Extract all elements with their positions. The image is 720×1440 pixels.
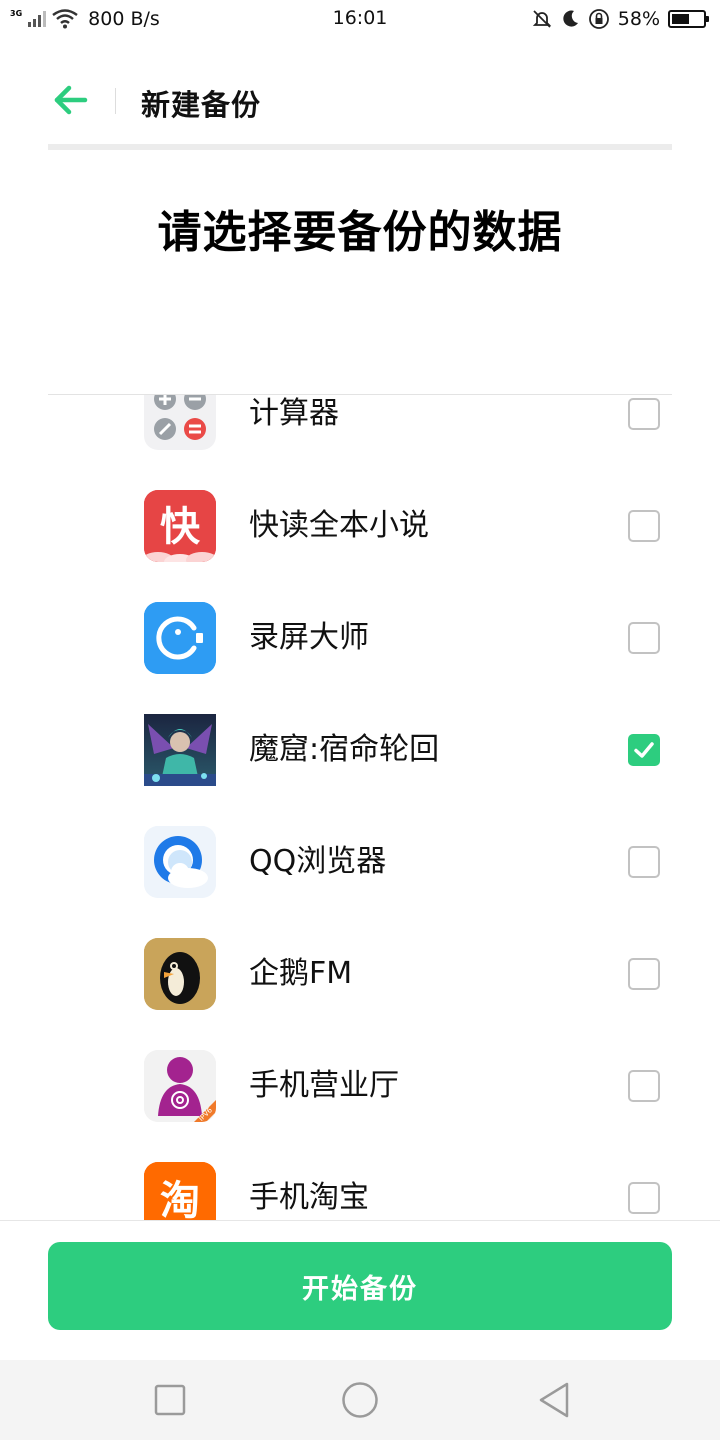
home-button[interactable] <box>340 1380 380 1420</box>
mobile-service-hall-icon: IPV6 <box>144 1050 216 1122</box>
header-divider <box>115 88 116 114</box>
app-checkbox[interactable] <box>628 1182 660 1214</box>
kuaidu-novel-icon: 快 <box>144 490 216 562</box>
app-checkbox[interactable] <box>628 398 660 430</box>
header-separator <box>48 144 672 150</box>
page-title: 新建备份 <box>141 88 262 122</box>
arrow-left-icon <box>54 85 88 115</box>
app-checkbox[interactable] <box>628 734 660 766</box>
app-checkbox[interactable] <box>628 1070 660 1102</box>
app-name: 企鹅FM <box>249 956 353 991</box>
app-checkbox[interactable] <box>628 510 660 542</box>
calculator-icon <box>144 395 216 450</box>
qq-browser-icon <box>144 826 216 898</box>
nav-back-button[interactable] <box>534 1380 574 1420</box>
app-row-qie-fm[interactable]: 企鹅FM <box>0 918 720 1030</box>
app-name: 魔窟:宿命轮回 <box>249 732 440 767</box>
app-row-mobile-service-hall[interactable]: IPV6 手机营业厅 <box>0 1030 720 1142</box>
app-name: 手机淘宝 <box>249 1180 369 1215</box>
battery-level <box>672 14 690 24</box>
bell-muted-icon <box>532 10 551 28</box>
taobao-icon-glyph: 淘 <box>160 1178 200 1220</box>
app-name: 录屏大师 <box>249 620 369 655</box>
moon-icon <box>563 10 578 27</box>
moku-game-icon <box>144 714 216 786</box>
app-name: 计算器 <box>249 396 339 431</box>
triangle-back-icon <box>539 1382 569 1418</box>
taobao-icon: 淘 <box>144 1162 216 1220</box>
section-heading: 请选择要备份的数据 <box>157 207 563 258</box>
app-name: 快读全本小说 <box>249 508 429 543</box>
rotation-lock-icon <box>588 9 609 29</box>
app-row-screen-recorder[interactable]: 录屏大师 <box>0 582 720 694</box>
app-list[interactable]: 计算器 快 快读全本小说 录屏大师 魔窟:宿命轮回 QQ浏览器 企鹅FM IPV… <box>0 395 720 1220</box>
screen-recorder-icon <box>144 602 216 674</box>
app-row-kuaidu-novel[interactable]: 快 快读全本小说 <box>0 470 720 582</box>
checkmark-icon <box>634 742 654 758</box>
square-recent-icon <box>154 1384 186 1416</box>
footer-divider <box>0 1220 720 1221</box>
app-name: 手机营业厅 <box>249 1068 399 1103</box>
start-backup-button[interactable]: 开始备份 <box>48 1242 672 1330</box>
status-bar: 3G 800 B/s 16:01 58% <box>0 0 720 38</box>
app-row-qq-browser[interactable]: QQ浏览器 <box>0 806 720 918</box>
back-button[interactable] <box>48 78 92 122</box>
qie-fm-icon <box>144 938 216 1010</box>
app-row-moku-game[interactable]: 魔窟:宿命轮回 <box>0 694 720 806</box>
battery-percent: 58% <box>617 8 660 30</box>
app-row-calculator[interactable]: 计算器 <box>0 395 720 470</box>
app-name: QQ浏览器 <box>249 844 387 879</box>
status-right: 58% <box>532 6 709 32</box>
app-header: 新建备份 <box>0 60 720 140</box>
app-row-taobao[interactable]: 淘 手机淘宝 <box>0 1142 720 1220</box>
app-checkbox[interactable] <box>628 846 660 878</box>
recent-apps-button[interactable] <box>150 1380 190 1420</box>
app-checkbox[interactable] <box>628 958 660 990</box>
kuaidu-icon-glyph: 快 <box>160 503 201 550</box>
battery-icon <box>668 10 709 28</box>
navigation-bar <box>0 1360 720 1440</box>
circle-home-icon <box>342 1382 378 1418</box>
app-checkbox[interactable] <box>628 622 660 654</box>
